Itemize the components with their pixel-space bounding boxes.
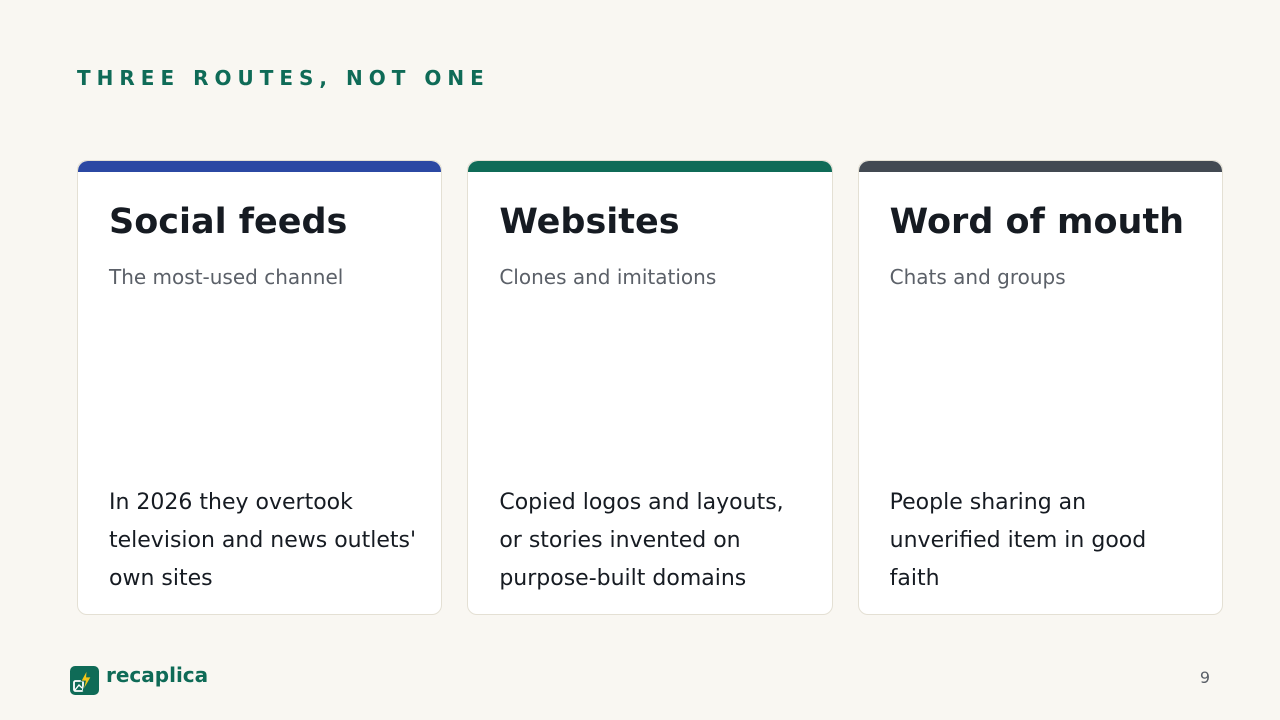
card-word-of-mouth: Word of mouth Chats and groups People sh… [857, 160, 1223, 615]
page-number: 9 [1199, 668, 1210, 687]
lightning-image-icon [70, 666, 99, 695]
card-subtitle: The most-used channel [109, 265, 344, 289]
footer-brand: recaplica [70, 662, 209, 695]
card-body: In 2026 they overtook television and new… [109, 490, 417, 591]
section-eyebrow: THREE ROUTES, NOT ONE [77, 66, 490, 90]
card-title: Social feeds [109, 202, 348, 242]
brand-name: recaplica [106, 662, 209, 687]
card-accent-bar [78, 161, 442, 172]
card-title: Websites [499, 202, 680, 242]
card-body: People sharing an unverified item in goo… [889, 490, 1147, 591]
card-accent-bar [468, 161, 832, 172]
card-title: Word of mouth [889, 202, 1185, 242]
card-accent-bar [858, 161, 1222, 172]
card-subtitle: Clones and imitations [499, 265, 717, 289]
card-social-feeds: Social feeds The most-used channel In 20… [77, 160, 443, 615]
card-subtitle: Chats and groups [889, 265, 1066, 289]
card-body: Copied logos and layouts, or stories inv… [499, 490, 784, 591]
card-websites: Websites Clones and imitations Copied lo… [467, 160, 833, 615]
route-cards: Social feeds The most-used channel In 20… [77, 160, 1223, 615]
